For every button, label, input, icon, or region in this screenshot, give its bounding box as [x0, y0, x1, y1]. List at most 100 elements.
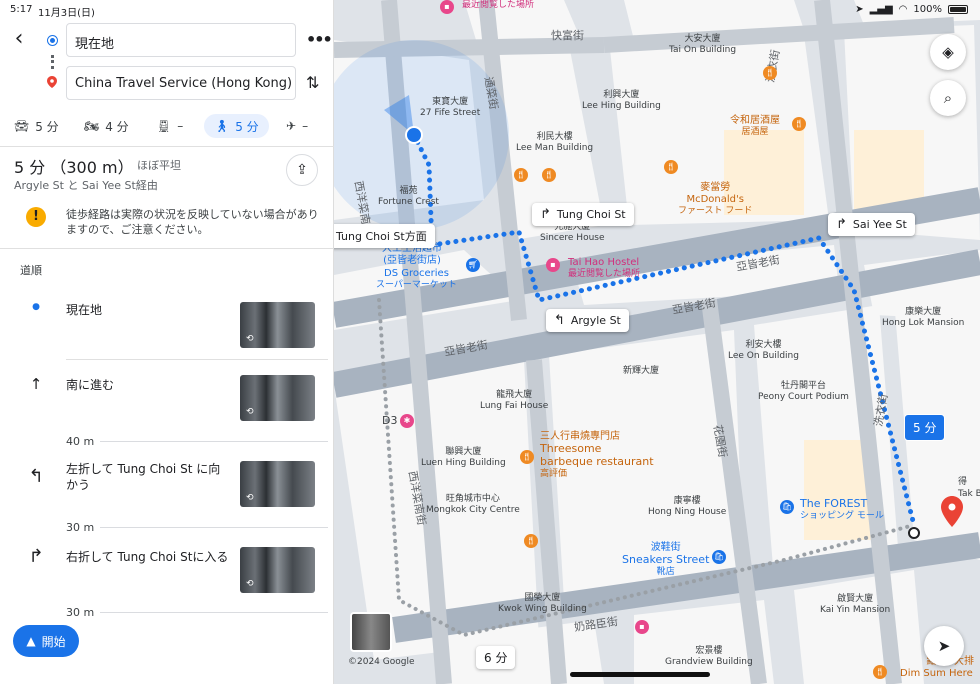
route-time: 5 分 （300 m）: [14, 158, 134, 177]
mode-flight[interactable]: ✈ –: [286, 114, 308, 138]
rotate-360-icon: ⟲: [246, 579, 254, 589]
layers-icon: ◈: [942, 43, 954, 61]
map-copyright: ©2024 Google: [348, 657, 415, 667]
destination-input[interactable]: China Travel Service (Hong Kong) L…: [66, 66, 296, 100]
home-indicator[interactable]: [570, 672, 710, 677]
signal-icon: ▂▄▆: [869, 4, 893, 15]
callout-label: Tung Choi St: [556, 208, 626, 221]
share-button[interactable]: ⇪: [286, 154, 318, 186]
location-arrow-icon: ➤: [855, 4, 864, 15]
step-text: 左折して Tung Choi St に向かう: [66, 462, 221, 492]
back-arrow-icon: ‹: [14, 26, 24, 51]
airplane-icon: ✈: [286, 119, 297, 133]
map-label: 康寧樓 Hong Ning House: [648, 496, 727, 517]
motorcycle-icon: 🏍︎: [84, 119, 100, 133]
start-navigation-button[interactable]: ▲ 開始: [13, 625, 79, 657]
restaurant-icon[interactable]: 🍴︎: [520, 450, 534, 464]
step-distance: 30 m: [66, 521, 95, 534]
step-text: 現在地: [66, 303, 103, 317]
mode-motorcycle[interactable]: 🏍︎ 4 分: [84, 114, 129, 138]
rotate-360-icon: ⟲: [246, 407, 254, 417]
battery-percent: 100%: [913, 4, 942, 15]
route-time-badge[interactable]: 5 分: [904, 414, 946, 441]
step-text: 右折して Tung Choi Stに入る: [66, 550, 229, 564]
more-options-button[interactable]: •••: [306, 30, 333, 49]
layers-button[interactable]: ◈: [930, 34, 966, 70]
mode-motorcycle-time: 4 分: [105, 119, 129, 134]
map-label: 康樂大廈 Hong Lok Mansion: [882, 307, 965, 328]
divider: [0, 248, 334, 249]
divider: [100, 612, 328, 613]
map-label: 福苑 Fortune Crest: [378, 186, 439, 207]
shopping-icon[interactable]: 🛍︎: [712, 550, 726, 564]
directions-panel: ‹ 現在地 China Travel Service (Hong Kong) L…: [0, 0, 334, 684]
swap-button[interactable]: ⇅: [306, 73, 319, 92]
origin-dot-icon: [48, 36, 57, 45]
recenter-button[interactable]: ➤: [924, 626, 964, 666]
straight-arrow-icon: ↑: [29, 375, 43, 393]
mode-transit[interactable]: 🚆︎ –: [156, 114, 183, 138]
divider: [100, 527, 328, 528]
map-label: 三人行串燒專門店 Threesome barbeque restaurant 高評価: [540, 431, 654, 479]
restaurant-icon[interactable]: 🍴︎: [514, 168, 528, 182]
travel-modes: 🚘︎ 5 分 🏍︎ 4 分 🚆︎ – 🚶︎ 5 分 ✈ –: [0, 112, 334, 142]
restaurant-icon[interactable]: 🍴︎: [524, 534, 538, 548]
street-view-thumbnail[interactable]: ⟲: [240, 461, 315, 507]
car-icon: 🚘︎: [14, 119, 30, 133]
hotel-icon[interactable]: ▪: [546, 258, 560, 272]
restaurant-icon[interactable]: 🍴︎: [664, 160, 678, 174]
share-icon: ⇪: [296, 162, 308, 178]
mode-car-time: 5 分: [35, 119, 59, 134]
street-view-preview[interactable]: [350, 612, 392, 652]
search-icon: ⌕: [943, 89, 953, 107]
map-label: The FOREST ショッピング モール: [800, 497, 884, 521]
train-icon: 🚆︎: [156, 119, 172, 133]
map-label: 旺角城市中心 Mongkok City Centre: [426, 494, 520, 515]
shopping-icon[interactable]: 🛍︎: [780, 500, 794, 514]
callout-label: Argyle St: [570, 314, 621, 327]
restaurant-icon[interactable]: 🍴︎: [542, 168, 556, 182]
back-button[interactable]: ‹: [8, 28, 30, 50]
map-label: 國榮大廈 Kwok Wing Building: [498, 593, 587, 614]
divider: [66, 359, 328, 360]
restaurant-icon[interactable]: 🍴︎: [763, 66, 777, 80]
mode-car[interactable]: 🚘︎ 5 分: [14, 114, 59, 138]
alt-route-time-badge[interactable]: 6 分: [476, 646, 516, 669]
current-location-icon: ●: [32, 302, 40, 312]
callout-argyle[interactable]: ↰ Argyle St: [546, 309, 629, 332]
warning-icon: !: [26, 207, 46, 227]
status-right: ➤ ▂▄▆ ◠ 100%: [855, 4, 968, 15]
navigation-arrow-icon: ▲: [26, 634, 36, 648]
road-label: 快富街: [551, 29, 584, 42]
walk-icon: 🚶︎: [214, 119, 230, 133]
map-label: Tai Hao Hostel 最近閲覧した場所: [568, 257, 641, 279]
mode-walk[interactable]: 🚶︎ 5 分: [204, 114, 269, 138]
metro-icon[interactable]: ✱: [400, 414, 414, 428]
street-view-thumbnail[interactable]: ⟲: [240, 375, 315, 421]
map-label: 令和居酒屋 居酒屋: [730, 115, 780, 137]
turn-right-icon: ↱: [28, 546, 44, 567]
walking-warning: 徒歩経路は実際の状況を反映していない場合がありますので、ご注意ください。: [66, 208, 319, 236]
restaurant-icon[interactable]: 🍴︎: [873, 665, 887, 679]
status-date: 11月3日(日): [38, 8, 95, 19]
landmark-icon[interactable]: ▪: [635, 620, 649, 634]
mode-transit-time: –: [177, 119, 184, 133]
destination-pin-icon: [47, 76, 57, 88]
map-label: 啟賢大廈 Kai Yin Mansion: [820, 594, 891, 615]
map-label: 利民大樓 Lee Man Building: [516, 132, 594, 153]
callout-tung-choi-direction[interactable]: Tung Choi St方面: [334, 224, 435, 248]
route-dots-icon: [51, 55, 54, 69]
street-view-thumbnail[interactable]: ⟲: [240, 302, 315, 348]
mode-flight-time: –: [302, 119, 309, 133]
street-view-thumbnail[interactable]: ⟲: [240, 547, 315, 593]
origin-input[interactable]: 現在地: [66, 23, 296, 57]
search-button[interactable]: ⌕: [930, 80, 966, 116]
map-label: 龍飛大廈 Lung Fai House: [480, 390, 549, 411]
callout-tung-choi[interactable]: ↱ Tung Choi St: [532, 203, 634, 226]
map-label: 波鞋街 Sneakers Street 靴店: [622, 542, 710, 577]
restaurant-icon[interactable]: 🍴︎: [792, 117, 806, 131]
shopping-icon[interactable]: 🛒︎: [466, 258, 480, 272]
map-view[interactable]: 最近閲覧した場所 大安大廈 Tai On Building 利興大廈 Lee Hin…: [334, 0, 980, 684]
callout-sai-yee[interactable]: ↱ Sai Yee St: [828, 213, 915, 236]
map-label: 利安大樓 Lee On Building: [728, 340, 799, 361]
